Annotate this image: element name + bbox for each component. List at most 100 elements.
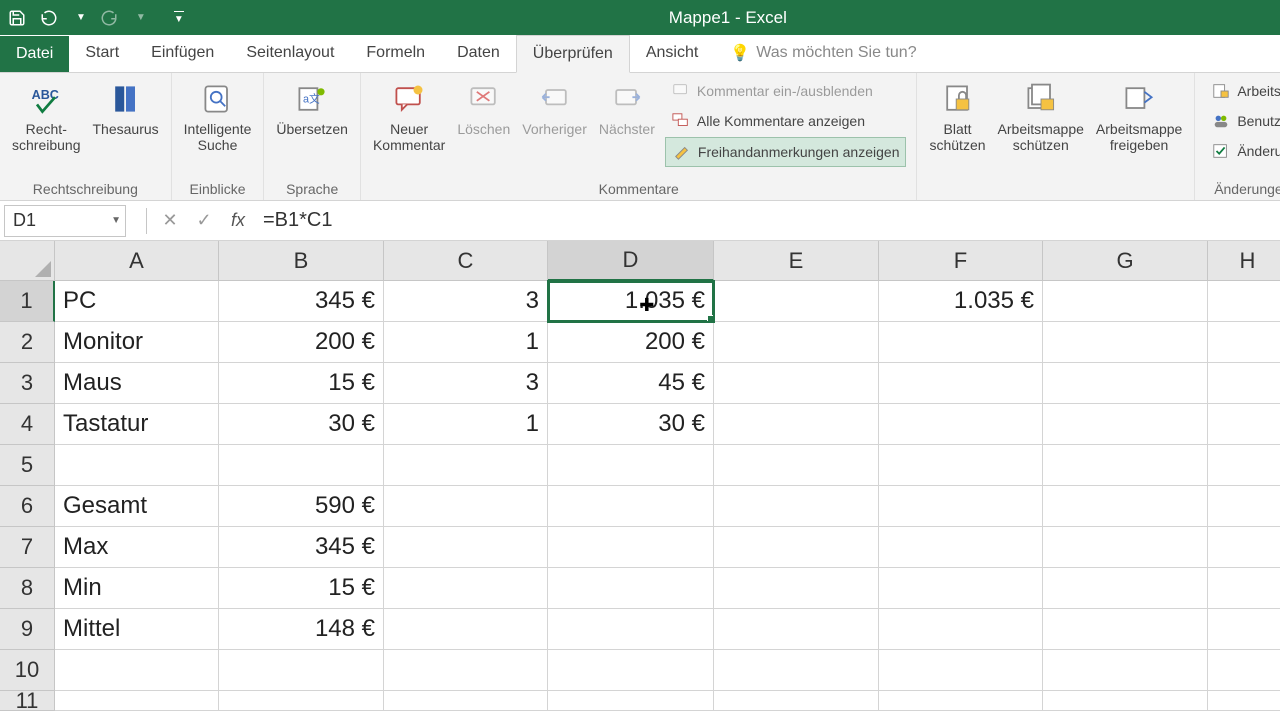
cell-C4[interactable]: 1 — [384, 404, 548, 445]
tab-start[interactable]: Start — [69, 35, 135, 72]
cell-A11[interactable] — [55, 691, 219, 711]
cell-E3[interactable] — [714, 363, 879, 404]
cell-C9[interactable] — [384, 609, 548, 650]
cell-G4[interactable] — [1043, 404, 1208, 445]
namebox-dropdown-icon[interactable]: ▼ — [111, 215, 121, 226]
spelling-button[interactable]: ABC Recht- schreibung — [6, 75, 87, 157]
tell-me[interactable]: 💡 Was möchten Sie tun? — [714, 34, 932, 72]
row-header-3[interactable]: 3 — [0, 363, 55, 404]
cell-G7[interactable] — [1043, 527, 1208, 568]
prev-comment-button[interactable]: Vorheriger — [516, 75, 593, 141]
show-all-comments-button[interactable]: Alle Kommentare anzeigen — [665, 107, 907, 135]
cell-E7[interactable] — [714, 527, 879, 568]
cell-G2[interactable] — [1043, 322, 1208, 363]
cell-E6[interactable] — [714, 486, 879, 527]
cell-G1[interactable] — [1043, 281, 1208, 322]
col-header-F[interactable]: F — [879, 241, 1043, 281]
col-header-A[interactable]: A — [55, 241, 219, 281]
cell-B1[interactable]: 345 € — [219, 281, 384, 322]
translate-button[interactable]: a文 Übersetzen — [270, 75, 354, 141]
new-comment-button[interactable]: Neuer Kommentar — [367, 75, 451, 157]
protect-workbook-button[interactable]: Arbeitsmappe schützen — [992, 75, 1090, 157]
cell-H5[interactable] — [1208, 445, 1280, 486]
cell-D2[interactable]: 200 € — [548, 322, 714, 363]
cell-B4[interactable]: 30 € — [219, 404, 384, 445]
delete-comment-button[interactable]: Löschen — [451, 75, 516, 141]
cell-A6[interactable]: Gesamt — [55, 486, 219, 527]
tab-ansicht[interactable]: Ansicht — [630, 35, 714, 72]
cell-A3[interactable]: Maus — [55, 363, 219, 404]
cell-H6[interactable] — [1208, 486, 1280, 527]
cell-C6[interactable] — [384, 486, 548, 527]
cell-G5[interactable] — [1043, 445, 1208, 486]
cell-E1[interactable] — [714, 281, 879, 322]
formula-input[interactable] — [255, 205, 1280, 237]
cell-E2[interactable] — [714, 322, 879, 363]
next-comment-button[interactable]: Nächster — [593, 75, 661, 141]
changes-item-2[interactable]: Benutzer — [1205, 107, 1280, 135]
cell-C8[interactable] — [384, 568, 548, 609]
cell-B2[interactable]: 200 € — [219, 322, 384, 363]
tab-formeln[interactable]: Formeln — [350, 35, 441, 72]
cell-F6[interactable] — [879, 486, 1043, 527]
col-header-B[interactable]: B — [219, 241, 384, 281]
cell-D7[interactable] — [548, 527, 714, 568]
row-header-8[interactable]: 8 — [0, 568, 55, 609]
cell-D10[interactable] — [548, 650, 714, 691]
fx-button[interactable]: fx — [221, 205, 255, 237]
cell-E10[interactable] — [714, 650, 879, 691]
cancel-formula-button[interactable]: ✕ — [153, 205, 187, 237]
cell-B9[interactable]: 148 € — [219, 609, 384, 650]
cell-H7[interactable] — [1208, 527, 1280, 568]
cell-F5[interactable] — [879, 445, 1043, 486]
cell-D1[interactable]: 1.035 € — [548, 281, 714, 322]
cell-C11[interactable] — [384, 691, 548, 711]
cell-E9[interactable] — [714, 609, 879, 650]
cell-F3[interactable] — [879, 363, 1043, 404]
cell-H1[interactable] — [1208, 281, 1280, 322]
cell-G11[interactable] — [1043, 691, 1208, 711]
cell-D9[interactable] — [548, 609, 714, 650]
cell-H4[interactable] — [1208, 404, 1280, 445]
redo-icon[interactable] — [100, 9, 118, 27]
cell-H2[interactable] — [1208, 322, 1280, 363]
share-workbook-button[interactable]: Arbeitsmappe freigeben — [1090, 75, 1188, 157]
cell-D6[interactable] — [548, 486, 714, 527]
tab-einfügen[interactable]: Einfügen — [135, 35, 230, 72]
cell-A1[interactable]: PC — [55, 281, 219, 322]
col-header-G[interactable]: G — [1043, 241, 1208, 281]
changes-item-3[interactable]: Änderun — [1205, 137, 1280, 165]
cell-F2[interactable] — [879, 322, 1043, 363]
cell-A2[interactable]: Monitor — [55, 322, 219, 363]
cell-B7[interactable]: 345 € — [219, 527, 384, 568]
cell-C10[interactable] — [384, 650, 548, 691]
tab-file[interactable]: Datei — [0, 36, 69, 72]
row-header-6[interactable]: 6 — [0, 486, 55, 527]
cell-F1[interactable]: 1.035 € — [879, 281, 1043, 322]
tab-daten[interactable]: Daten — [441, 35, 516, 72]
row-header-5[interactable]: 5 — [0, 445, 55, 486]
row-header-10[interactable]: 10 — [0, 650, 55, 691]
col-header-H[interactable]: H — [1208, 241, 1280, 281]
cell-F8[interactable] — [879, 568, 1043, 609]
cell-E11[interactable] — [714, 691, 879, 711]
cell-B5[interactable] — [219, 445, 384, 486]
smart-lookup-button[interactable]: Intelligente Suche — [178, 75, 258, 157]
tab-seitenlayout[interactable]: Seitenlayout — [230, 35, 350, 72]
tab-überprüfen[interactable]: Überprüfen — [516, 35, 630, 73]
row-header-4[interactable]: 4 — [0, 404, 55, 445]
cell-H3[interactable] — [1208, 363, 1280, 404]
cell-A7[interactable]: Max — [55, 527, 219, 568]
cell-G8[interactable] — [1043, 568, 1208, 609]
cell-B8[interactable]: 15 € — [219, 568, 384, 609]
col-header-C[interactable]: C — [384, 241, 548, 281]
cell-A5[interactable] — [55, 445, 219, 486]
cell-C5[interactable] — [384, 445, 548, 486]
cell-H11[interactable] — [1208, 691, 1280, 711]
row-header-11[interactable]: 11 — [0, 691, 55, 711]
cell-E4[interactable] — [714, 404, 879, 445]
name-box[interactable]: D1 ▼ — [4, 205, 126, 237]
cell-F10[interactable] — [879, 650, 1043, 691]
cell-B3[interactable]: 15 € — [219, 363, 384, 404]
enter-formula-button[interactable]: ✓ — [187, 205, 221, 237]
